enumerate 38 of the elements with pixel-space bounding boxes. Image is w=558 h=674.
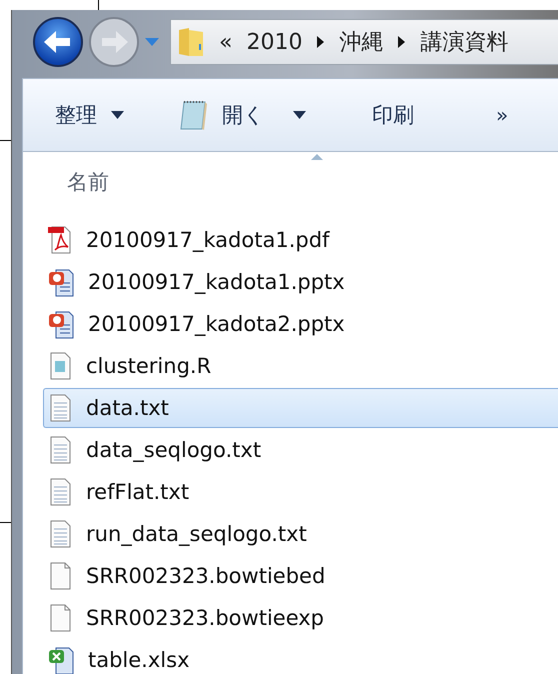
pdf-icon bbox=[48, 225, 72, 255]
text-file-icon bbox=[48, 477, 72, 507]
breadcrumb-item[interactable]: 2010 bbox=[246, 30, 302, 54]
file-item[interactable]: 20100917_kadota1.pdf bbox=[43, 220, 558, 260]
file-item[interactable]: data.txt bbox=[43, 388, 558, 428]
chevron-icon[interactable] bbox=[316, 35, 326, 49]
notepad-icon bbox=[180, 99, 208, 131]
caret-icon bbox=[111, 111, 124, 119]
folder-icon bbox=[177, 26, 205, 58]
caret-icon bbox=[293, 111, 306, 119]
column-header[interactable]: 名前 bbox=[67, 168, 109, 196]
file-item[interactable]: refFlat.txt bbox=[43, 472, 558, 512]
more-button[interactable]: » bbox=[490, 99, 514, 131]
blank-file-icon bbox=[48, 561, 72, 591]
file-item[interactable]: clustering.R bbox=[43, 346, 558, 386]
file-item[interactable]: run_data_seqlogo.txt bbox=[43, 514, 558, 554]
file-item[interactable]: 20100917_kadota2.pptx bbox=[43, 304, 558, 344]
file-item[interactable]: table.xlsx bbox=[43, 640, 558, 674]
breadcrumb-item[interactable]: 講演資料 bbox=[420, 27, 508, 57]
text-file-icon bbox=[48, 435, 72, 465]
address-bar[interactable]: « 2010 沖縄 講演資料 bbox=[170, 19, 558, 65]
text-file-icon bbox=[48, 519, 72, 549]
chevron-icon[interactable] bbox=[397, 35, 406, 49]
presentation-icon bbox=[48, 309, 74, 339]
presentation-icon bbox=[48, 267, 74, 297]
file-item[interactable]: SRR002323.bowtiebed bbox=[43, 556, 558, 596]
breadcrumb-overflow[interactable]: « bbox=[219, 30, 232, 54]
blank-file-icon bbox=[48, 603, 72, 633]
file-item[interactable]: data_seqlogo.txt bbox=[43, 430, 558, 470]
file-item[interactable]: 20100917_kadota1.pptx bbox=[43, 262, 558, 302]
breadcrumb-item[interactable]: 沖縄 bbox=[339, 27, 384, 57]
script-file-icon bbox=[48, 351, 72, 381]
print-button[interactable]: 印刷 bbox=[366, 97, 420, 133]
back-icon[interactable] bbox=[32, 16, 84, 68]
organize-menu[interactable]: 整理 bbox=[49, 97, 130, 133]
text-file-icon bbox=[48, 393, 72, 423]
open-menu[interactable]: 開く bbox=[174, 95, 312, 135]
file-item[interactable]: SRR002323.bowtieexp bbox=[43, 598, 558, 638]
